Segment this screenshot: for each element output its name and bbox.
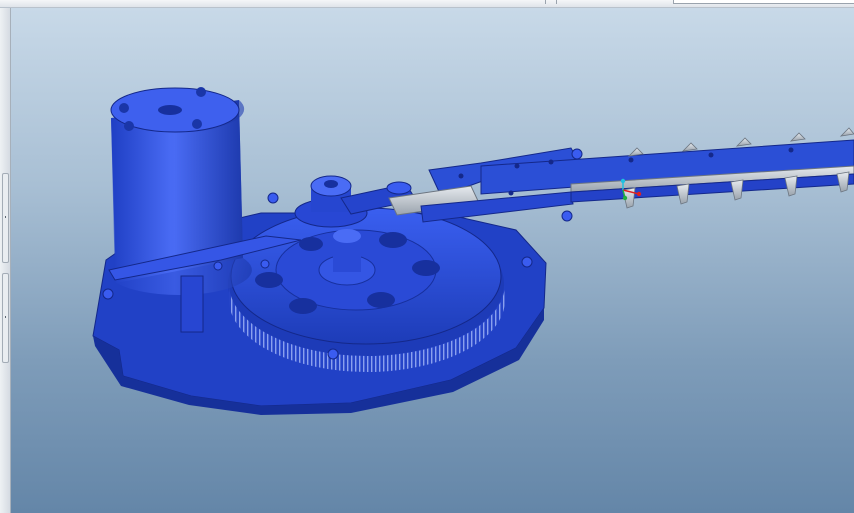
left-side-panel-rail xyxy=(0,8,11,513)
grip-handle-icon[interactable] xyxy=(2,173,9,263)
toolbar-separator xyxy=(545,0,546,4)
handle-dot xyxy=(5,216,6,218)
cad-application-window xyxy=(0,0,854,513)
toolbar-separator xyxy=(556,0,557,4)
gear-wheel xyxy=(228,207,505,372)
handle-dot xyxy=(5,316,6,318)
cutter-bar xyxy=(458,127,854,209)
search-input[interactable] xyxy=(673,0,854,4)
3d-model-viewport[interactable] xyxy=(11,8,854,513)
top-toolbar-strip xyxy=(0,0,854,8)
model-render xyxy=(92,87,854,415)
grip-handle-icon[interactable] xyxy=(2,273,9,363)
